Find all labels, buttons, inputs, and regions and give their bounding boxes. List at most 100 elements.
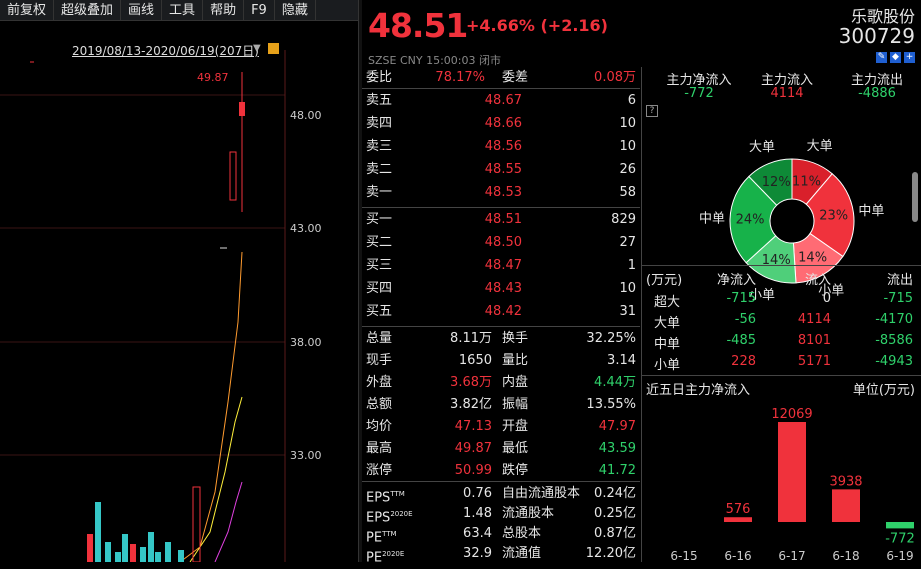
flow-table-cell: 8101 bbox=[797, 333, 831, 348]
ask-row[interactable]: 卖三 48.56 10 bbox=[362, 136, 640, 158]
axis-label: 33.00 bbox=[290, 449, 322, 462]
ask-volume: 58 bbox=[619, 185, 636, 200]
toolbar-item-1[interactable]: 超级叠加 bbox=[54, 0, 122, 20]
fin-row[interactable]: 63.4 总股本 0.87亿 PETTM bbox=[362, 523, 640, 545]
bid-volume: 10 bbox=[619, 281, 636, 296]
stat-row[interactable]: 均价 47.13 开盘 47.97 bbox=[362, 416, 640, 438]
toolbar-item-4[interactable]: 帮助 bbox=[203, 0, 245, 20]
stat-value: 41.72 bbox=[598, 463, 636, 478]
fin-row[interactable]: 1.48 流通股本 0.25亿 EPS2020E bbox=[362, 503, 640, 525]
edit-icon[interactable]: ✎ bbox=[876, 52, 887, 63]
stat-row[interactable]: 外盘 3.68万 内盘 4.44万 bbox=[362, 372, 640, 394]
ask-row[interactable]: 卖一 48.53 58 bbox=[362, 182, 640, 204]
stat-value: 32.25% bbox=[586, 331, 636, 346]
ask-row[interactable]: 卖四 48.66 10 bbox=[362, 113, 640, 135]
flow-table-cell: -485 bbox=[726, 333, 756, 348]
toolbar-item-3[interactable]: 工具 bbox=[162, 0, 204, 20]
candle bbox=[229, 151, 237, 201]
stat-row[interactable]: 现手 1650 量比 3.14 bbox=[362, 350, 640, 372]
scrollbar[interactable] bbox=[912, 172, 918, 222]
bid-volume: 27 bbox=[619, 235, 636, 250]
bid-volume: 31 bbox=[619, 304, 636, 319]
flow-table-cell: -56 bbox=[734, 312, 756, 327]
bid-row[interactable]: 买一 48.51 829 bbox=[362, 209, 640, 231]
kline-chart[interactable]: 48.00 43.00 38.00 33.00 2019/08/13-2020/06/… bbox=[0, 22, 358, 563]
bar-category: 6-19 bbox=[886, 549, 913, 562]
fin-value: 0.24亿 bbox=[594, 486, 636, 501]
volume-bar bbox=[95, 502, 101, 562]
bar bbox=[778, 422, 806, 522]
toolbar-item-5[interactable]: F9 bbox=[244, 0, 275, 20]
volume-bar bbox=[148, 532, 154, 562]
stat-row[interactable]: 涨停 50.99 跌停 41.72 bbox=[362, 460, 640, 482]
ask-price: 48.67 bbox=[484, 93, 522, 108]
ask-label: 卖四 bbox=[366, 116, 393, 131]
pie-label: 大单 bbox=[749, 140, 775, 155]
last-price: 48.51 bbox=[368, 6, 468, 45]
stat-label: 内盘 bbox=[502, 375, 529, 390]
flow-table-header: (万元) bbox=[646, 273, 683, 288]
quote-header: 48.51 +4.66% (+2.16) 乐歌股份 300729 SZSE CN… bbox=[362, 0, 921, 67]
bid-row[interactable]: 买四 48.43 10 bbox=[362, 278, 640, 300]
bid-row[interactable]: 买二 48.50 27 bbox=[362, 232, 640, 254]
stat-value: 50.99 bbox=[454, 463, 492, 478]
ask-price: 48.53 bbox=[484, 185, 522, 200]
toolbar: 前复权 超级叠加 画线 工具 帮助 F9 隐藏 bbox=[0, 0, 358, 21]
bid-label: 买三 bbox=[366, 258, 393, 273]
ratio-label: 委比 bbox=[366, 70, 393, 85]
dropdown-icon[interactable]: ▼ bbox=[253, 43, 261, 54]
flow-table-cell: -4943 bbox=[875, 354, 913, 369]
ask-row[interactable]: 卖五 48.67 6 bbox=[362, 90, 640, 112]
divider bbox=[362, 481, 640, 482]
stat-value: 3.14 bbox=[607, 353, 636, 368]
bid-price: 48.43 bbox=[484, 281, 522, 296]
stat-value: 47.97 bbox=[598, 419, 636, 434]
bid-row[interactable]: 买五 48.42 31 bbox=[362, 301, 640, 323]
toolbar-item-0[interactable]: 前复权 bbox=[0, 0, 55, 20]
stat-row[interactable]: 总量 8.11万 换手 32.25% bbox=[362, 328, 640, 350]
flow-table-cell: 超大 bbox=[654, 295, 681, 310]
pie-pct: 24% bbox=[736, 213, 765, 228]
volume-bar bbox=[130, 544, 136, 562]
alert-icon[interactable]: ◆ bbox=[890, 52, 901, 63]
axis-label: 48.00 bbox=[290, 109, 322, 122]
ask-row[interactable]: 卖二 48.55 26 bbox=[362, 159, 640, 181]
flow-table-cell: 228 bbox=[731, 354, 756, 369]
stat-row[interactable]: 总额 3.82亿 振幅 13.55% bbox=[362, 394, 640, 416]
volume-bar bbox=[105, 542, 111, 562]
diff-label: 委差 bbox=[502, 70, 529, 85]
money-flow-panel: 主力净流入 -772 主力流入 4114 主力流出 -4886 ? 11% 大单 23% 中单 1… bbox=[641, 67, 921, 562]
bid-volume: 1 bbox=[627, 258, 636, 273]
pie-pct: 14% bbox=[798, 251, 827, 266]
stat-value: 1650 bbox=[458, 353, 492, 368]
flow-table-header: 净流入 bbox=[716, 273, 756, 288]
stat-label: 现手 bbox=[366, 353, 393, 368]
kline-range[interactable]: 2019/08/13-2020/06/19(207日) bbox=[72, 42, 259, 59]
stat-label: 外盘 bbox=[366, 375, 393, 390]
toolbar-item-2[interactable]: 画线 bbox=[121, 0, 163, 20]
bar-label: 576 bbox=[726, 502, 751, 517]
bid-row[interactable]: 买三 48.47 1 bbox=[362, 255, 640, 277]
stat-value: 3.68万 bbox=[450, 375, 492, 390]
toolbar-item-6[interactable]: 隐藏 bbox=[275, 0, 316, 20]
fin-row[interactable]: 0.76 自由流通股本 0.24亿 EPSTTM bbox=[362, 483, 640, 505]
mainflow-value: 4114 bbox=[770, 86, 804, 101]
add-icon[interactable]: + bbox=[904, 52, 915, 63]
flow-table-cell: 5171 bbox=[797, 354, 831, 369]
peak-label: 49.87 bbox=[197, 71, 229, 84]
ask-price: 48.56 bbox=[484, 139, 522, 154]
stat-row[interactable]: 最高 49.87 最低 43.59 bbox=[362, 438, 640, 460]
flow-table-header: 流出 bbox=[886, 273, 913, 288]
fin-label-sup: 2020E bbox=[390, 510, 413, 518]
stat-value: 13.55% bbox=[586, 397, 636, 412]
stat-label: 量比 bbox=[502, 353, 529, 368]
stat-label: 均价 bbox=[366, 419, 393, 434]
axis-label: 43.00 bbox=[290, 222, 322, 235]
stat-value: 43.59 bbox=[598, 441, 636, 456]
divider bbox=[362, 88, 640, 89]
fin-value: 0.25亿 bbox=[594, 506, 636, 521]
ratio-row[interactable]: 委比 78.17% 委差 0.08万 bbox=[362, 67, 640, 89]
bid-price: 48.50 bbox=[484, 235, 522, 250]
stat-value: 4.44万 bbox=[594, 375, 636, 390]
bar-category: 6-15 bbox=[670, 549, 697, 562]
